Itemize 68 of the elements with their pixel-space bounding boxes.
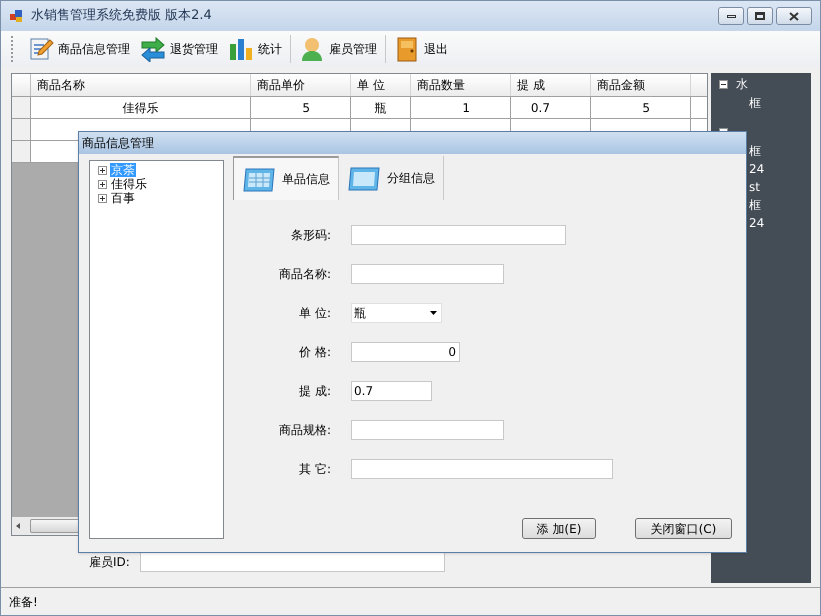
tree-node[interactable]: 佳得乐 — [110, 177, 148, 191]
toolbar-button[interactable]: 统计 — [226, 34, 284, 64]
maximize-icon — [755, 12, 765, 20]
tab[interactable]: 单品信息 — [233, 156, 339, 200]
close-window-button[interactable]: 关闭窗口(C) — [635, 518, 732, 539]
close-button[interactable] — [776, 7, 812, 25]
scroll-left-icon[interactable] — [14, 522, 22, 530]
caret-icon — [430, 311, 437, 315]
arrows-icon — [140, 36, 166, 62]
field-label: 价 格: — [298, 344, 331, 361]
bar-chart-icon — [228, 36, 254, 62]
input-field[interactable] — [351, 420, 504, 440]
input-field[interactable]: 0.7 — [351, 381, 432, 401]
add-button[interactable]: 添 加(E) — [522, 518, 596, 539]
expand-icon[interactable] — [98, 166, 107, 174]
collapse-icon[interactable] — [719, 80, 728, 88]
toolbar-button[interactable]: 商品信息管理 — [26, 34, 132, 64]
employee-id-field[interactable] — [140, 552, 445, 572]
table-cell: 瓶 — [351, 97, 411, 118]
tree-node[interactable]: 框 — [749, 197, 811, 213]
row-header[interactable] — [12, 119, 31, 140]
unit-dropdown[interactable]: 瓶 — [351, 303, 442, 323]
minimize-icon — [726, 14, 736, 18]
column-header[interactable]: 提 成 — [511, 74, 591, 96]
tree-node[interactable]: 框 — [749, 95, 811, 111]
field-label: 单 位: — [298, 305, 331, 322]
input-field[interactable] — [351, 264, 504, 284]
field-label: 提 成: — [298, 383, 331, 400]
status-text: 准备! — [9, 594, 38, 610]
tree-node[interactable]: 24 — [749, 161, 811, 177]
column-header[interactable]: 商品数量 — [411, 74, 511, 96]
field-label: 商品规格: — [278, 422, 331, 439]
input-field[interactable] — [351, 225, 566, 245]
employee-id-label: 雇员ID: — [89, 554, 130, 571]
minimize-button[interactable] — [718, 7, 744, 25]
table-cell: 5 — [591, 97, 691, 118]
column-header[interactable]: 商品名称 — [31, 74, 251, 96]
dialog-title: 商品信息管理 — [82, 135, 154, 152]
toolbar-button[interactable]: 雇员管理 — [297, 34, 379, 64]
window-title: 水销售管理系统免费版 版本2.4 — [31, 7, 212, 26]
maximize-button[interactable] — [747, 7, 773, 25]
row-header[interactable] — [12, 141, 31, 162]
field-label: 商品名称: — [278, 266, 331, 283]
field-label: 其 它: — [298, 461, 331, 478]
column-header[interactable]: 商品金额 — [591, 74, 691, 96]
input-field[interactable] — [351, 459, 613, 479]
tree-node[interactable]: 百事 — [110, 191, 136, 205]
table-cell: 1 — [411, 97, 511, 118]
field-label: 条形码: — [290, 227, 331, 244]
table-cell: 0.7 — [511, 97, 591, 118]
pencil-document-icon — [28, 36, 54, 62]
tree-node[interactable]: 框 — [749, 143, 811, 159]
input-field[interactable]: 0 — [351, 342, 460, 362]
app-icon — [9, 9, 23, 23]
expand-icon[interactable] — [98, 194, 107, 202]
table-cell: 5 — [251, 97, 351, 118]
close-icon — [789, 12, 799, 20]
toolbar-button[interactable]: 退货管理 — [138, 34, 220, 64]
tree-node[interactable]: 24 — [749, 215, 811, 231]
tree-node[interactable]: 水 — [736, 75, 748, 93]
expand-icon[interactable] — [98, 180, 107, 188]
column-header[interactable]: 商品单价 — [251, 74, 351, 96]
table-cell: 佳得乐 — [31, 97, 251, 118]
tree-node[interactable]: st — [749, 179, 811, 195]
row-header[interactable] — [12, 97, 31, 118]
toolbar-button[interactable]: 退出 — [392, 34, 450, 64]
person-icon — [299, 36, 325, 62]
column-header[interactable]: 单 位 — [351, 74, 411, 96]
